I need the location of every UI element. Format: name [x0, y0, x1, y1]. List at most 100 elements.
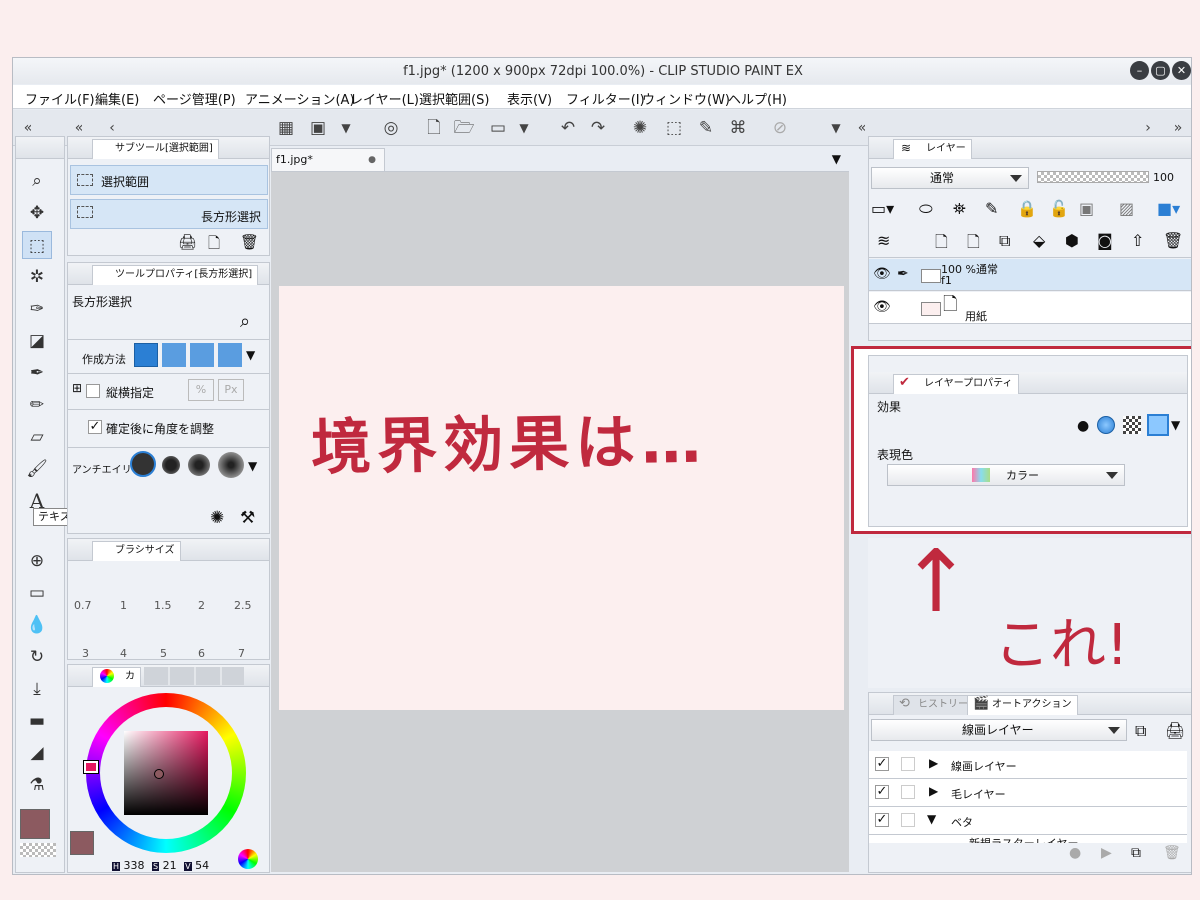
- duplicate-icon[interactable]: ⧉: [1131, 845, 1141, 861]
- expand-icon[interactable]: ⊞: [72, 381, 82, 395]
- open-folder-icon[interactable]: 🗁: [453, 117, 475, 139]
- search-icon[interactable]: ⌕: [240, 311, 250, 332]
- tab-layer-property[interactable]: レイヤープロパティ: [893, 374, 1019, 394]
- eyedropper-icon[interactable]: ✑: [22, 295, 52, 323]
- expand-icon[interactable]: ▶: [929, 756, 938, 770]
- canvas-paper[interactable]: 境界効果は…: [279, 286, 844, 710]
- main-color-swatch[interactable]: [20, 809, 50, 839]
- trash-icon[interactable]: 🗑: [1163, 845, 1181, 861]
- pen-tool-icon[interactable]: ✒: [22, 359, 52, 387]
- aspect-percent-button[interactable]: %: [188, 379, 214, 401]
- brush-size-item[interactable]: 6: [198, 647, 205, 660]
- blend-tool-icon[interactable]: ⚗: [22, 771, 52, 799]
- brush-size-item[interactable]: 4: [120, 647, 127, 660]
- transfer-icon[interactable]: ⇧: [1131, 231, 1144, 250]
- brush-size-item[interactable]: 7: [238, 647, 245, 660]
- antialias-medium-button[interactable]: [188, 454, 210, 476]
- magnifier-icon[interactable]: ⊕: [22, 547, 52, 575]
- chevron-down-icon[interactable]: ▼: [335, 117, 357, 139]
- zoom-tool-icon[interactable]: ⌕: [22, 167, 52, 195]
- add-selection-button[interactable]: [162, 343, 186, 367]
- eye-icon[interactable]: 👁: [873, 299, 891, 315]
- action-row[interactable]: ✓ ▼ ベタ: [869, 807, 1187, 835]
- chevron-down-icon[interactable]: ▼: [246, 348, 255, 362]
- record-icon[interactable]: ●: [1069, 845, 1081, 861]
- watercolor-edge-icon[interactable]: [1097, 416, 1115, 434]
- brush-size-item[interactable]: 5: [160, 647, 167, 660]
- tab-subtool[interactable]: サブツール[選択範囲]: [92, 139, 219, 159]
- menu-window[interactable]: ウィンドウ(W): [642, 89, 730, 108]
- ruler-icon[interactable]: ▨: [1119, 199, 1134, 218]
- action-checkbox[interactable]: ✓: [875, 757, 889, 771]
- action-dialog-checkbox[interactable]: [901, 757, 915, 771]
- close-button[interactable]: ✕: [1172, 61, 1191, 80]
- rotate-tool-icon[interactable]: ↻: [22, 643, 52, 671]
- dropper-tool-icon[interactable]: ⤓: [22, 675, 52, 703]
- loading-icon[interactable]: ✺: [629, 117, 651, 139]
- brush-size-item[interactable]: 0.7: [74, 599, 92, 612]
- tab-tool-property[interactable]: ツールプロパティ[長方形選択]: [92, 265, 259, 285]
- brush-size-item[interactable]: 1: [120, 599, 127, 612]
- chevron-down-icon[interactable]: ▼: [832, 152, 841, 166]
- menu-filter[interactable]: フィルター(I): [566, 89, 645, 108]
- deselect-icon[interactable]: ⬚: [663, 117, 685, 139]
- brush-size-item[interactable]: 2: [198, 599, 205, 612]
- eye-icon[interactable]: 👁: [873, 266, 891, 282]
- clip-studio-icon[interactable]: ▣: [307, 117, 329, 139]
- draft-icon[interactable]: ✎: [985, 199, 998, 218]
- color-picker-cursor[interactable]: [154, 769, 164, 779]
- trash-icon[interactable]: 🗑: [240, 233, 259, 251]
- antialias-weak-button[interactable]: [162, 456, 180, 474]
- opacity-value[interactable]: 100: [1153, 171, 1174, 184]
- merge-down-icon[interactable]: ⬙: [1033, 231, 1045, 250]
- tab-canvas-file[interactable]: f1.jpg* ●: [271, 148, 385, 172]
- menu-view[interactable]: 表示(V): [507, 89, 552, 108]
- brush-tool-icon[interactable]: 🖌: [22, 455, 52, 483]
- blend-mode-select[interactable]: 通常: [871, 167, 1029, 189]
- action-dialog-checkbox[interactable]: [901, 813, 915, 827]
- menu-page[interactable]: ページ管理(P): [153, 89, 236, 108]
- reference-icon[interactable]: ⛯: [953, 199, 966, 219]
- chevron-down-icon[interactable]: ▼: [825, 117, 847, 139]
- layer-row-paper[interactable]: 👁 🗋 用紙: [869, 292, 1191, 324]
- auto-action-set-select[interactable]: 線画レイヤー: [871, 719, 1127, 741]
- mask-icon[interactable]: ▣: [1079, 199, 1094, 218]
- shape-tool-icon[interactable]: ◢: [22, 739, 52, 767]
- play-icon[interactable]: ▶: [1101, 845, 1112, 861]
- selection-tool-icon[interactable]: ⬚: [22, 231, 52, 259]
- menu-layer[interactable]: レイヤー(L): [350, 89, 419, 108]
- menu-help[interactable]: ヘルプ(H): [728, 89, 787, 108]
- layers-icon[interactable]: ≋: [877, 231, 890, 250]
- menu-animation[interactable]: アニメーション(A): [245, 89, 355, 108]
- intersect-selection-button[interactable]: [218, 343, 242, 367]
- layer-color-icon[interactable]: [1147, 414, 1169, 436]
- canvas-area[interactable]: 境界効果は…: [271, 172, 849, 872]
- new-folder-icon[interactable]: ⧉: [999, 231, 1010, 251]
- action-checkbox[interactable]: ✓: [875, 785, 889, 799]
- menu-edit[interactable]: 編集(E): [95, 89, 139, 108]
- lock-icon[interactable]: 🔒: [1017, 199, 1037, 218]
- brush-size-item[interactable]: 1.5: [154, 599, 172, 612]
- tone-icon[interactable]: [1123, 416, 1141, 434]
- minimize-button[interactable]: –: [1130, 61, 1149, 80]
- hue-ring[interactable]: [83, 693, 246, 853]
- subtool-item[interactable]: 長方形選択: [70, 199, 268, 229]
- action-settings-icon[interactable]: 🖨: [1165, 721, 1185, 740]
- collapse-icon[interactable]: ▼: [927, 812, 936, 826]
- brush-size-item[interactable]: 3: [82, 647, 89, 660]
- combine-icon[interactable]: ⬢: [1065, 231, 1079, 250]
- new-file-icon[interactable]: 🗋: [423, 117, 445, 139]
- border-effect-icon[interactable]: ●: [1077, 418, 1089, 434]
- frame-tool-icon[interactable]: ▬: [22, 707, 52, 735]
- menu-selection[interactable]: 選択範囲(S): [419, 89, 489, 108]
- pen-icon[interactable]: ✎: [695, 117, 717, 139]
- undo-icon[interactable]: ↶: [557, 117, 579, 139]
- action-row[interactable]: 新規ラスターレイヤー: [869, 835, 1187, 843]
- clipping-icon[interactable]: ⬭: [919, 199, 933, 219]
- crop-icon[interactable]: ⊘: [769, 117, 791, 139]
- rectangle-tool-icon[interactable]: ▭: [22, 579, 52, 607]
- action-row[interactable]: ✓ ▶ 毛レイヤー: [869, 779, 1187, 807]
- new-vector-layer-icon[interactable]: 🗋: [967, 231, 980, 258]
- action-dialog-checkbox[interactable]: [901, 785, 915, 799]
- brush-size-item[interactable]: 2.5: [234, 599, 252, 612]
